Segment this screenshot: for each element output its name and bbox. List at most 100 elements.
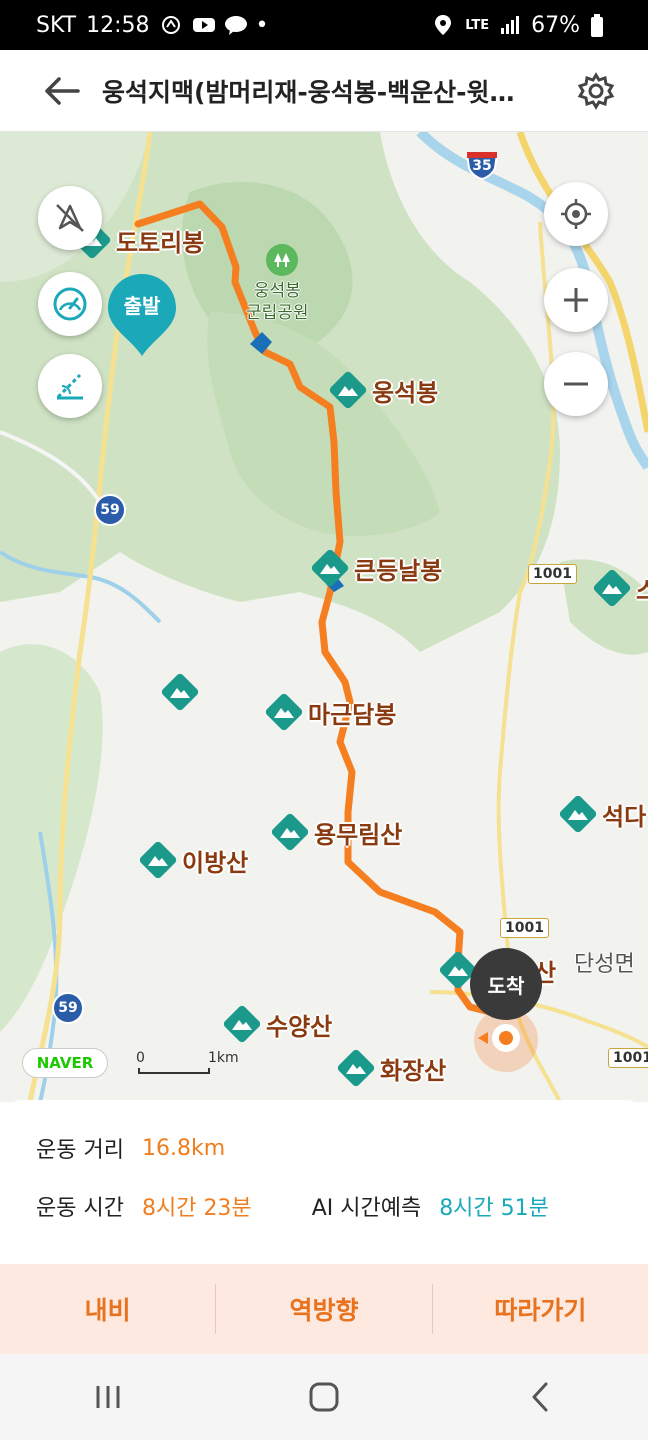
poi-keundeungnalbong[interactable]: 큰등날봉 — [310, 548, 442, 588]
poi-hwajangsan[interactable]: 화장산 — [336, 1048, 446, 1088]
stats-panel: 운동 거리 16.8km 운동 시간 8시간 23분 AI 시간예측 8시간 5… — [0, 1100, 648, 1264]
battery-percent: 67% — [531, 12, 580, 38]
plus-icon — [564, 288, 588, 312]
my-location-button[interactable] — [544, 182, 608, 246]
status-bar: SKT 12:58 • LTE 67% — [0, 0, 648, 50]
walk-icon — [160, 14, 182, 36]
minus-icon — [564, 382, 588, 386]
recent-apps-button[interactable] — [78, 1367, 138, 1427]
route-35-badge: 35 — [464, 150, 500, 180]
reverse-button[interactable]: 역방향 — [216, 1291, 431, 1327]
park-label-line1: 웅석봉 — [253, 281, 301, 301]
gear-icon — [577, 71, 615, 110]
park-label: 웅석봉 군립공원 — [246, 280, 309, 324]
youtube-icon — [192, 14, 215, 36]
map-view[interactable]: 웅석봉 군립공원 도토리봉 웅석봉 큰등날봉 마근담봉 용무림산 이방산 수양산… — [0, 132, 648, 1102]
poi-label: 석다 — [602, 802, 647, 831]
scale-km: 1km — [208, 1050, 239, 1066]
time-value: 8시간 23분 — [141, 1196, 252, 1221]
clock: 12:58 — [86, 12, 150, 38]
poi-ungseokbong[interactable]: 웅석봉 — [328, 370, 438, 410]
mountain-icon — [138, 840, 178, 880]
back-button[interactable] — [32, 61, 92, 121]
end-marker[interactable]: 도착 — [470, 948, 542, 1020]
mountain-icon — [264, 692, 304, 732]
route-59-badge: 59 — [52, 992, 84, 1024]
ai-time-value: 8시간 51분 — [439, 1196, 549, 1221]
mountain-icon — [310, 548, 350, 588]
poi-label: 큰등날봉 — [354, 556, 443, 585]
mountain-icon — [222, 1004, 262, 1044]
poi-edge[interactable]: 스 — [592, 568, 648, 608]
ai-time-label: AI 시간예측 — [311, 1196, 422, 1221]
chevron-left-icon — [532, 1382, 548, 1412]
page-title: 웅석지맥(밤머리재-웅석봉-백운산-윗… — [102, 77, 515, 107]
poi-label: 웅석봉 — [372, 378, 439, 407]
park-label-line2: 군립공원 — [246, 303, 309, 323]
poi-yongmurimsan[interactable]: 용무림산 — [270, 812, 402, 852]
route-1001-badge: 1001 — [500, 918, 549, 938]
zoom-out-button[interactable] — [544, 352, 608, 416]
scale-bar: 0 1km — [136, 1050, 246, 1074]
start-marker[interactable]: 출발 — [106, 272, 178, 358]
poi-label: 이방산 — [182, 848, 249, 877]
slope-icon — [56, 373, 83, 400]
distance-row: 운동 거리 16.8km — [36, 1132, 225, 1164]
poi-unnamed[interactable] — [160, 672, 200, 712]
poi-label: 스 — [636, 576, 648, 605]
heading-arrow-icon — [478, 1032, 488, 1044]
mountain-icon — [336, 1048, 376, 1088]
distance-label: 운동 거리 — [36, 1138, 124, 1163]
poi-ibangsan[interactable]: 이방산 — [138, 840, 248, 880]
current-location-dot — [492, 1024, 520, 1052]
recent-apps-icon — [96, 1386, 120, 1408]
mountain-icon — [328, 370, 368, 410]
poi-label: 도토리봉 — [116, 228, 205, 257]
system-nav-bar — [0, 1354, 648, 1440]
poi-label: 마근담봉 — [308, 700, 397, 729]
route-1001-badge: 1001 — [608, 1048, 648, 1068]
mountain-icon — [592, 568, 632, 608]
follow-button[interactable]: 따라가기 — [433, 1291, 648, 1327]
park-icon — [266, 244, 298, 276]
settings-button[interactable] — [566, 61, 626, 121]
mountain-icon — [558, 794, 598, 834]
route-1001-badge: 1001 — [528, 564, 577, 584]
time-row: 운동 시간 8시간 23분 AI 시간예측 8시간 51분 — [36, 1190, 549, 1222]
poi-magundambong[interactable]: 마근담봉 — [264, 692, 396, 732]
scale-zero: 0 — [136, 1050, 145, 1066]
battery-icon — [590, 14, 612, 37]
home-button[interactable] — [294, 1367, 354, 1427]
carrier-label: SKT — [36, 12, 77, 38]
mountain-icon — [270, 812, 310, 852]
app-bar: 웅석지맥(밤머리재-웅석봉-백운산-윗… — [0, 50, 648, 132]
signal-icon — [499, 14, 521, 36]
start-label: 출발 — [123, 294, 161, 318]
talk-icon — [224, 14, 247, 36]
network-type: LTE — [465, 17, 490, 33]
time-label: 운동 시간 — [36, 1196, 124, 1221]
location-icon — [433, 14, 455, 36]
action-bar: 내비 역방향 따라가기 — [0, 1264, 648, 1354]
back-nav-button[interactable] — [510, 1367, 570, 1427]
route-59-badge: 59 — [94, 494, 126, 526]
speed-button[interactable] — [38, 272, 102, 336]
poi-label: 화장산 — [380, 1056, 447, 1085]
distance-value: 16.8km — [141, 1135, 226, 1161]
crosshair-icon — [561, 199, 591, 229]
poi-suyangsan[interactable]: 수양산 — [222, 1004, 332, 1044]
poi-label: 수양산 — [266, 1012, 333, 1041]
rotation-lock-button[interactable] — [38, 186, 102, 250]
mountain-icon — [160, 672, 200, 712]
region-label: 단성면 — [574, 952, 635, 977]
home-icon — [309, 1382, 339, 1412]
zoom-in-button[interactable] — [544, 268, 608, 332]
poi-label: 용무림산 — [314, 820, 403, 849]
elevation-button[interactable] — [38, 354, 102, 418]
naver-logo: NAVER — [22, 1048, 108, 1078]
navi-button[interactable]: 내비 — [0, 1291, 215, 1327]
arrow-left-icon — [45, 76, 80, 105]
poi-seokda[interactable]: 석다 — [558, 794, 646, 834]
compass-off-icon — [56, 204, 84, 232]
gauge-icon — [53, 287, 87, 321]
